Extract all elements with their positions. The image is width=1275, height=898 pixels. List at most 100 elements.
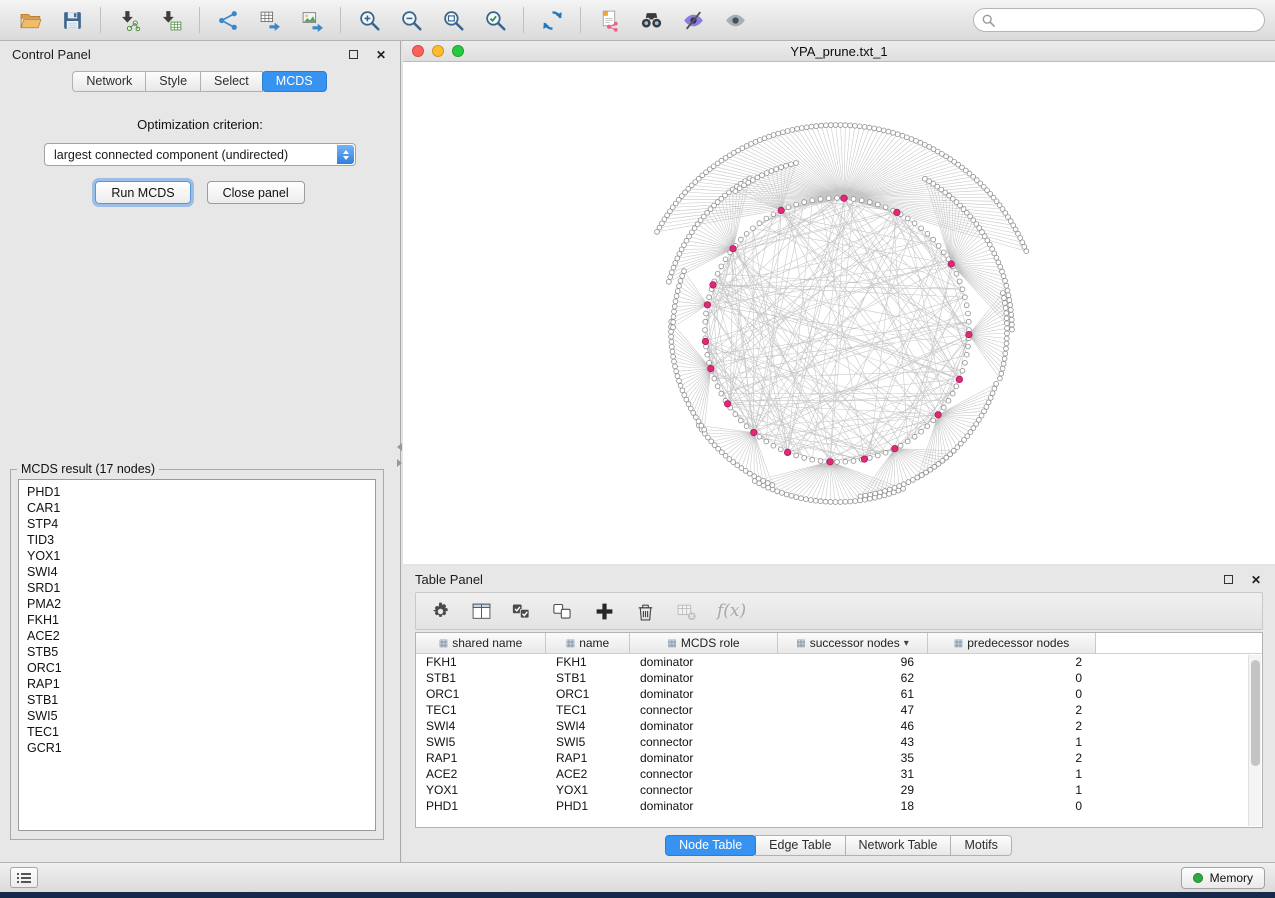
mcds-result-item[interactable]: RAP1 bbox=[27, 676, 375, 692]
select-all-button[interactable] bbox=[512, 601, 533, 622]
zoom-in-button[interactable] bbox=[349, 4, 389, 36]
optimization-criterion-select[interactable]: largest connected component (undirected) bbox=[44, 143, 356, 166]
import-network-button[interactable] bbox=[109, 4, 149, 36]
mcds-result-item[interactable]: TID3 bbox=[27, 532, 375, 548]
mcds-result-item[interactable]: SWI4 bbox=[27, 564, 375, 580]
mcds-result-item[interactable]: TEC1 bbox=[27, 724, 375, 740]
save-button[interactable] bbox=[52, 4, 92, 36]
tab-style[interactable]: Style bbox=[145, 71, 201, 92]
table-row[interactable]: FKH1FKH1dominator962 bbox=[416, 654, 1262, 670]
scrollbar-thumb[interactable] bbox=[1251, 660, 1260, 766]
float-panel-icon[interactable] bbox=[1224, 575, 1233, 584]
delete-row-button[interactable] bbox=[635, 601, 656, 622]
mcds-result-item[interactable]: ORC1 bbox=[27, 660, 375, 676]
clone-network-button[interactable] bbox=[589, 4, 629, 36]
panel-menu-button[interactable] bbox=[10, 867, 38, 888]
status-bar: Memory bbox=[0, 862, 1275, 892]
mcds-result-item[interactable]: CAR1 bbox=[27, 500, 375, 516]
tab-motifs[interactable]: Motifs bbox=[950, 835, 1011, 856]
mcds-result-list[interactable]: PHD1CAR1STP4TID3YOX1SWI4SRD1PMA2FKH1ACE2… bbox=[18, 479, 376, 831]
mcds-result-item[interactable]: STB5 bbox=[27, 644, 375, 660]
import-table-button[interactable] bbox=[151, 4, 191, 36]
search-input[interactable] bbox=[1001, 13, 1256, 27]
deselect-all-button[interactable] bbox=[553, 601, 574, 622]
cell-predecessor-nodes: 0 bbox=[928, 671, 1096, 685]
column-header-name[interactable]: ▦name bbox=[546, 633, 630, 653]
zoom-selected-button[interactable] bbox=[475, 4, 515, 36]
table-toolbar: f(x) bbox=[415, 592, 1263, 630]
table-row[interactable]: SWI4SWI4dominator462 bbox=[416, 718, 1262, 734]
cell-shared-name: STB1 bbox=[416, 671, 546, 685]
table-row[interactable]: YOX1YOX1connector291 bbox=[416, 782, 1262, 798]
column-visibility-button[interactable] bbox=[471, 601, 492, 622]
cell-mcds-role: dominator bbox=[630, 799, 778, 813]
column-header-successor-nodes[interactable]: ▦successor nodes▾ bbox=[778, 633, 928, 653]
zoom-out-button[interactable] bbox=[391, 4, 431, 36]
column-header-shared-name[interactable]: ▦shared name bbox=[416, 633, 546, 653]
mcds-result-item[interactable]: STP4 bbox=[27, 516, 375, 532]
float-panel-icon[interactable] bbox=[349, 50, 358, 59]
column-header-predecessor-nodes[interactable]: ▦predecessor nodes bbox=[928, 633, 1096, 653]
tab-network[interactable]: Network bbox=[72, 71, 146, 92]
tab-node-table[interactable]: Node Table bbox=[665, 835, 756, 856]
mcds-result-item[interactable]: SWI5 bbox=[27, 708, 375, 724]
table-settings-icon bbox=[430, 601, 451, 622]
mcds-result-item[interactable]: PMA2 bbox=[27, 596, 375, 612]
show-all-button[interactable] bbox=[715, 4, 755, 36]
cell-mcds-role: dominator bbox=[630, 719, 778, 733]
panel-splitter-handle[interactable] bbox=[396, 438, 403, 472]
cell-name: SWI4 bbox=[546, 719, 630, 733]
mcds-result-title: MCDS result (17 nodes) bbox=[17, 462, 159, 476]
show-all-icon bbox=[724, 9, 747, 32]
control-panel-tabs: NetworkStyleSelectMCDS bbox=[0, 71, 400, 92]
mcds-result-item[interactable]: YOX1 bbox=[27, 548, 375, 564]
export-image-button[interactable] bbox=[292, 4, 332, 36]
table-panel-tabs: Node TableEdge TableNetwork TableMotifs bbox=[403, 835, 1275, 856]
table-row[interactable]: ORC1ORC1dominator610 bbox=[416, 686, 1262, 702]
hide-selected-button[interactable] bbox=[673, 4, 713, 36]
table-row[interactable]: SWI5SWI5connector431 bbox=[416, 734, 1262, 750]
table-row[interactable]: PHD1PHD1dominator180 bbox=[416, 798, 1262, 814]
export-network-button[interactable] bbox=[208, 4, 248, 36]
export-table-button[interactable] bbox=[250, 4, 290, 36]
table-scrollbar[interactable] bbox=[1248, 655, 1261, 826]
table-row[interactable]: ACE2ACE2connector311 bbox=[416, 766, 1262, 782]
tab-mcds[interactable]: MCDS bbox=[262, 71, 327, 92]
cell-shared-name: ACE2 bbox=[416, 767, 546, 781]
find-button[interactable] bbox=[631, 4, 671, 36]
cell-mcds-role: connector bbox=[630, 735, 778, 749]
network-canvas[interactable] bbox=[403, 62, 1275, 564]
open-file-button[interactable] bbox=[10, 4, 50, 36]
table-header-row: ▦shared name▦name▦MCDS role▦successor no… bbox=[416, 633, 1262, 654]
tab-network-table[interactable]: Network Table bbox=[845, 835, 952, 856]
add-row-icon bbox=[594, 601, 615, 622]
run-mcds-button[interactable]: Run MCDS bbox=[95, 181, 190, 204]
column-header-mcds-role[interactable]: ▦MCDS role bbox=[630, 633, 778, 653]
search-box[interactable] bbox=[973, 8, 1265, 32]
mcds-result-item[interactable]: FKH1 bbox=[27, 612, 375, 628]
zoom-fit-button[interactable] bbox=[433, 4, 473, 36]
table-settings-button[interactable] bbox=[430, 601, 451, 622]
mcds-result-item[interactable]: STB1 bbox=[27, 692, 375, 708]
mcds-result-item[interactable]: GCR1 bbox=[27, 740, 375, 756]
cell-successor-nodes: 35 bbox=[778, 751, 928, 765]
zoom-fit-icon bbox=[442, 9, 465, 32]
mcds-result-item[interactable]: SRD1 bbox=[27, 580, 375, 596]
cell-name: PHD1 bbox=[546, 799, 630, 813]
table-row[interactable]: TEC1TEC1connector472 bbox=[416, 702, 1262, 718]
mcds-result-item[interactable]: PHD1 bbox=[27, 484, 375, 500]
close-panel-button[interactable]: Close panel bbox=[207, 181, 305, 204]
memory-status-icon bbox=[1193, 873, 1203, 883]
open-file-icon bbox=[19, 9, 42, 32]
tab-select[interactable]: Select bbox=[200, 71, 263, 92]
refresh-layout-button[interactable] bbox=[532, 4, 572, 36]
mcds-result-item[interactable]: ACE2 bbox=[27, 628, 375, 644]
cell-successor-nodes: 31 bbox=[778, 767, 928, 781]
table-row[interactable]: STB1STB1dominator620 bbox=[416, 670, 1262, 686]
close-panel-icon[interactable] bbox=[1249, 572, 1263, 587]
add-row-button[interactable] bbox=[594, 601, 615, 622]
memory-button[interactable]: Memory bbox=[1181, 867, 1265, 889]
close-panel-icon[interactable] bbox=[374, 47, 388, 62]
tab-edge-table[interactable]: Edge Table bbox=[755, 835, 845, 856]
table-row[interactable]: RAP1RAP1dominator352 bbox=[416, 750, 1262, 766]
